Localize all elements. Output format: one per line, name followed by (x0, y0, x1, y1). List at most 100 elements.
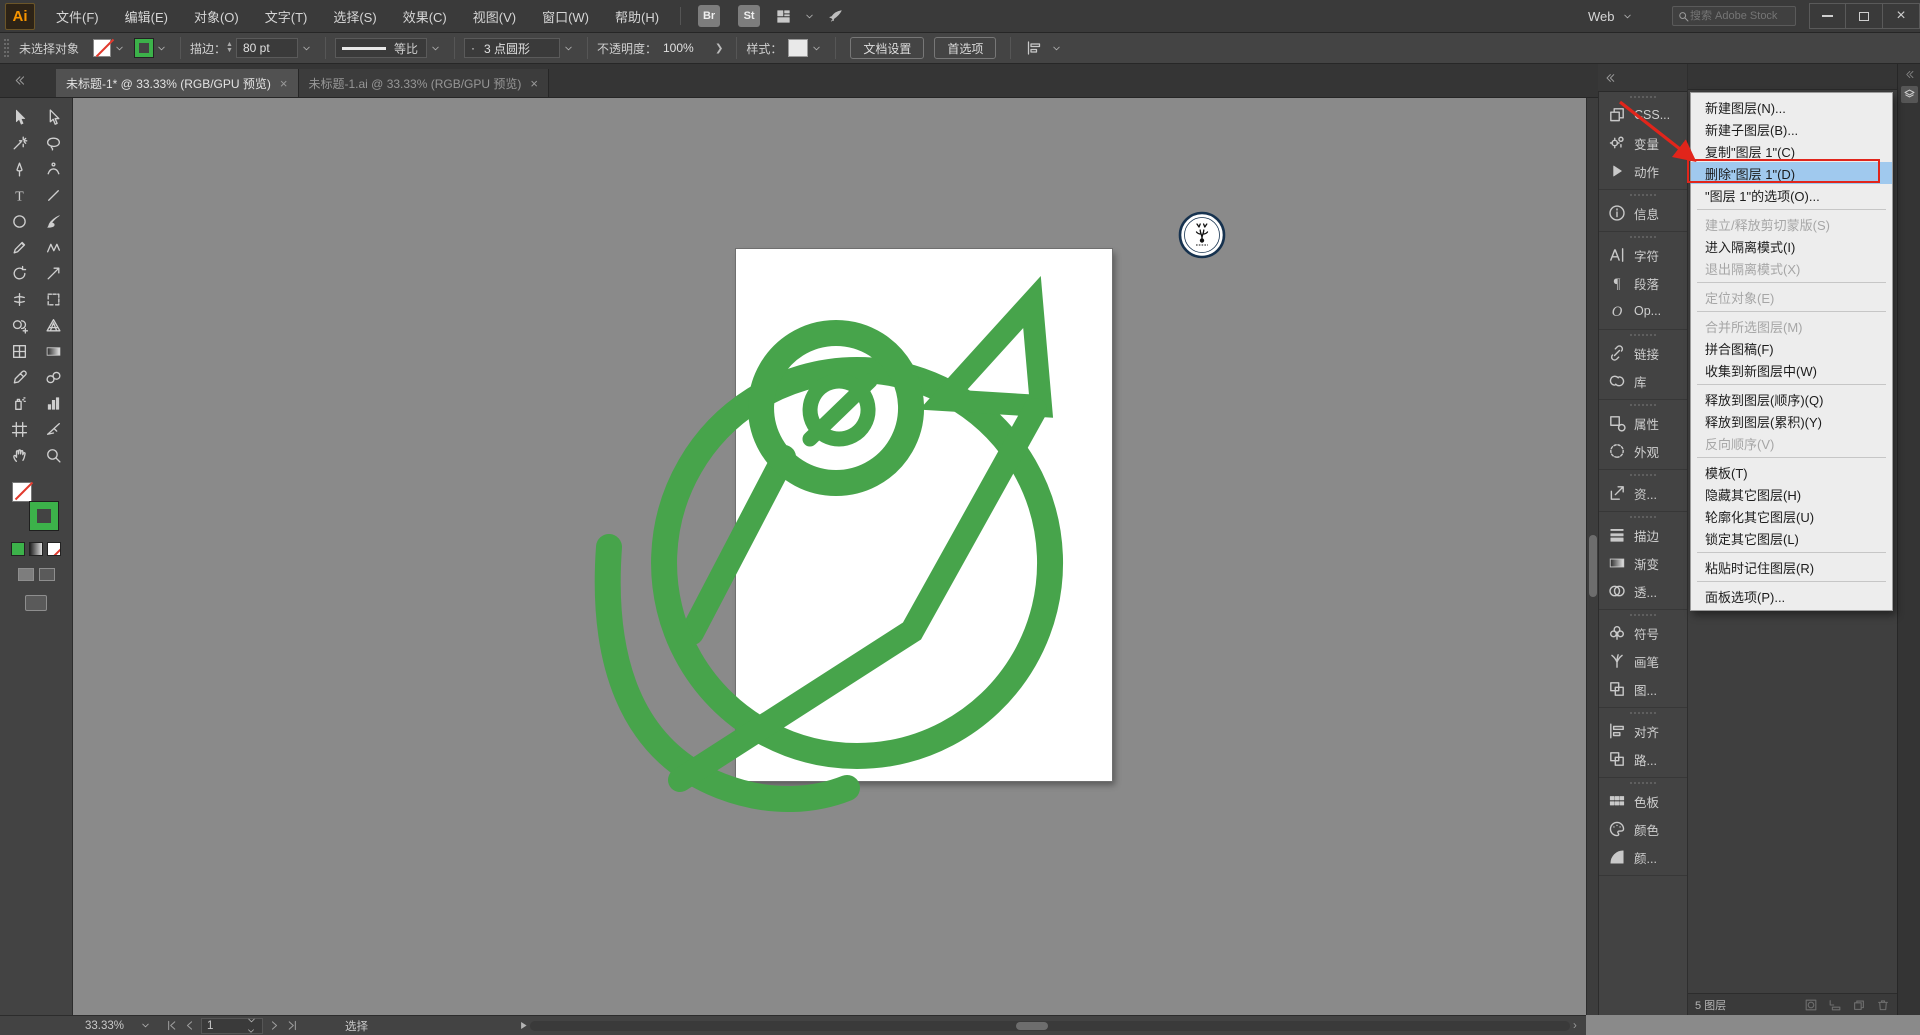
stroke-stepper[interactable]: ▲▼ (226, 42, 233, 54)
tool-ellipse[interactable] (2, 208, 36, 234)
tool-slice[interactable] (36, 416, 70, 442)
draw-behind-button[interactable] (39, 568, 55, 581)
stroke-color-swatch[interactable] (135, 39, 153, 57)
tool-blend[interactable] (36, 364, 70, 390)
maximize-button[interactable] (1846, 3, 1883, 29)
dock-item-libraries[interactable]: 库 (1599, 367, 1687, 395)
artboard-navigation[interactable]: 1 (201, 1018, 263, 1034)
app-button-st[interactable]: St (738, 5, 760, 27)
horizontal-scroll-thumb[interactable] (1016, 1022, 1048, 1030)
prev-artboard-icon[interactable] (183, 1019, 196, 1032)
chevron-down-icon[interactable] (301, 43, 312, 54)
opacity-field[interactable]: 100% (657, 38, 715, 58)
dock-grip[interactable] (1630, 334, 1656, 337)
dock-item-links[interactable]: 链接 (1599, 339, 1687, 367)
dock-item-asset-export[interactable]: 资... (1599, 479, 1687, 507)
width-profile-select[interactable]: 等比 (335, 38, 427, 58)
tool-line-segment[interactable] (36, 182, 70, 208)
tool-paintbrush[interactable] (36, 208, 70, 234)
menu-item--图层-1-的选项-O-[interactable]: "图层 1"的选项(O)... (1691, 184, 1892, 206)
tool-shape-builder[interactable] (2, 312, 36, 338)
menu-item-粘贴时记住图层-R-[interactable]: 粘贴时记住图层(R) (1691, 556, 1892, 578)
deer-badge[interactable] (1178, 211, 1226, 259)
dock-item-character[interactable]: 字符 (1599, 241, 1687, 269)
menu-item-收集到新图层中-W-[interactable]: 收集到新图层中(W) (1691, 359, 1892, 381)
tool-lasso[interactable] (36, 130, 70, 156)
tool-shaper[interactable] (36, 234, 70, 260)
menu-对象[interactable]: 对象(O) (181, 0, 252, 33)
tab-close-icon[interactable]: × (530, 76, 538, 91)
menu-文件[interactable]: 文件(F) (43, 0, 112, 33)
dock-item-graphic-styles[interactable]: 图... (1599, 675, 1687, 703)
document-tab-1[interactable]: 未标题-1* @ 33.33% (RGB/GPU 预览)× (56, 69, 299, 97)
menu-item-新建子图层-B-[interactable]: 新建子图层(B)... (1691, 118, 1892, 140)
none-mode-button[interactable] (47, 542, 61, 556)
new-layer-icon[interactable] (1852, 998, 1866, 1012)
draw-normal-button[interactable] (18, 568, 34, 581)
dock-item-stroke[interactable]: 描边 (1599, 521, 1687, 549)
menu-item-面板选项-P-[interactable]: 面板选项(P)... (1691, 585, 1892, 607)
dock-grip[interactable] (1630, 474, 1656, 477)
chevron-down-icon[interactable] (563, 43, 574, 54)
search-input[interactable] (1690, 10, 1790, 22)
dock-grip[interactable] (1630, 404, 1656, 407)
dock-item-transparency[interactable]: 透... (1599, 577, 1687, 605)
app-button-br[interactable]: Br (698, 5, 720, 27)
chevron-down-icon[interactable] (430, 43, 441, 54)
menu-选择[interactable]: 选择(S) (320, 0, 389, 33)
delete-layer-icon[interactable] (1876, 998, 1890, 1012)
fill-proxy-none[interactable] (12, 482, 32, 502)
document-tab-2[interactable]: 未标题-1.ai @ 33.33% (RGB/GPU 预览)× (299, 69, 550, 97)
menu-item-新建图层-N-[interactable]: 新建图层(N)... (1691, 96, 1892, 118)
dock-item-pathfinder[interactable]: 路... (1599, 745, 1687, 773)
chevron-down-icon[interactable] (140, 1020, 151, 1031)
dock-item-css-export[interactable]: CSS... (1599, 101, 1687, 129)
menu-item-进入隔离模式-I-[interactable]: 进入隔离模式(I) (1691, 235, 1892, 257)
tool-pen[interactable] (2, 156, 36, 182)
dock-item-variables[interactable]: 变量 (1599, 129, 1687, 157)
dock-item-symbols[interactable]: 符号 (1599, 619, 1687, 647)
fill-stroke-proxy[interactable] (12, 482, 60, 532)
dock-grip[interactable] (1630, 194, 1656, 197)
menu-item-释放到图层-累积-Y-[interactable]: 释放到图层(累积)(Y) (1691, 410, 1892, 432)
tool-zoom[interactable] (36, 442, 70, 468)
tool-symbol-sprayer[interactable] (2, 390, 36, 416)
canvas-area[interactable] (73, 98, 1586, 1015)
dock-grip[interactable] (1630, 614, 1656, 617)
menu-视图[interactable]: 视图(V) (460, 0, 529, 33)
close-button[interactable]: × (1883, 3, 1920, 29)
dock-item-properties[interactable]: 属性 (1599, 409, 1687, 437)
panel-grip[interactable] (4, 39, 9, 57)
stroke-proxy-green[interactable] (30, 502, 58, 530)
first-artboard-icon[interactable] (165, 1019, 178, 1032)
style-swatch[interactable] (788, 39, 808, 57)
vertical-scrollbar[interactable] (1586, 98, 1598, 1015)
tool-perspective-grid[interactable] (36, 312, 70, 338)
brush-definition-select[interactable]: · 3 点圆形 (464, 38, 560, 58)
tab-close-icon[interactable]: × (280, 76, 288, 91)
gradient-mode-button[interactable] (29, 542, 43, 556)
tool-artboard[interactable] (2, 416, 36, 442)
menu-item-拼合图稿-F-[interactable]: 拼合图稿(F) (1691, 337, 1892, 359)
chevron-down-icon[interactable] (811, 43, 822, 54)
new-sublayer-icon[interactable] (1828, 998, 1842, 1012)
next-artboard-icon[interactable] (268, 1019, 281, 1032)
dock-item-info[interactable]: 信息 (1599, 199, 1687, 227)
workspace-switcher[interactable]: Web (1588, 9, 1633, 24)
tool-selection[interactable] (2, 104, 36, 130)
vertical-scroll-thumb[interactable] (1589, 535, 1597, 597)
dock-item-color-guide[interactable]: 颜... (1599, 843, 1687, 871)
status-flyout-icon[interactable] (518, 1020, 529, 1031)
tool-mesh[interactable] (2, 338, 36, 364)
align-options-icon[interactable] (1026, 40, 1042, 56)
tool-hand[interactable] (2, 442, 36, 468)
dock-item-swatches[interactable]: 色板 (1599, 787, 1687, 815)
screen-mode-button[interactable] (25, 595, 47, 611)
scroll-right-icon[interactable]: › (1573, 1020, 1577, 1032)
chevron-down-icon[interactable] (156, 43, 167, 54)
dock-item-brushes[interactable]: 画笔 (1599, 647, 1687, 675)
expand-dock-icon[interactable] (1898, 69, 1920, 80)
gpu-performance-icon[interactable] (827, 8, 844, 25)
dock-item-color[interactable]: 颜色 (1599, 815, 1687, 843)
dock-item-paragraph[interactable]: ¶段落 (1599, 269, 1687, 297)
